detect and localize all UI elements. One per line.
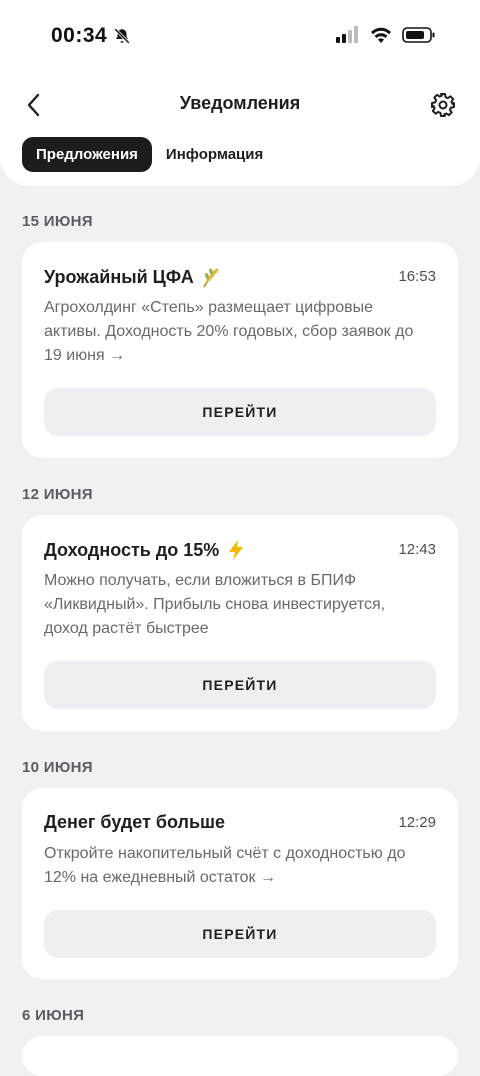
battery-icon xyxy=(402,27,435,43)
date-header: 10 ИЮНЯ xyxy=(22,759,93,776)
signal-icon xyxy=(336,26,358,43)
card-time: 12:29 xyxy=(398,814,436,831)
card-title: Урожайный ЦФА xyxy=(44,266,222,288)
card-title: Доходность до 15% xyxy=(44,539,247,561)
nav-bar: Уведомления xyxy=(0,88,480,122)
lightning-icon xyxy=(229,540,244,560)
date-header: 12 ИЮНЯ xyxy=(22,486,93,503)
header: 00:34 Уведомления Предложения Информация xyxy=(0,0,480,186)
notification-card[interactable]: Доходность до 15% 12:43 Можно получать, … xyxy=(22,515,458,731)
status-bar-time: 00:34 xyxy=(51,24,131,48)
tab-offers[interactable]: Предложения xyxy=(22,137,152,172)
card-text: Агрохолдинг «Степь» размещает цифровые а… xyxy=(44,299,414,364)
go-button[interactable]: ПЕРЕЙТИ xyxy=(44,661,436,709)
notification-card[interactable]: Денег будет больше 12:29 Откройте накопи… xyxy=(22,788,458,979)
card-text: Можно получать, если вложиться в БПИФ «Л… xyxy=(44,572,386,637)
card-text: Откройте накопительный счёт с доходность… xyxy=(44,845,406,886)
go-button[interactable]: ПЕРЕЙТИ xyxy=(44,910,436,958)
date-header: 6 ИЮНЯ xyxy=(22,1007,85,1024)
go-button[interactable]: ПЕРЕЙТИ xyxy=(44,388,436,436)
page-title: Уведомления xyxy=(179,93,301,113)
card-title: Денег будет больше xyxy=(44,812,226,832)
tab-bar: Предложения Информация xyxy=(22,137,277,172)
bell-slash-icon xyxy=(114,28,131,44)
date-header: 15 ИЮНЯ xyxy=(22,213,93,230)
wheat-icon xyxy=(203,268,219,288)
card-time: 16:53 xyxy=(398,268,436,285)
card-time: 12:43 xyxy=(398,541,436,558)
status-bar-icons xyxy=(336,26,436,44)
notification-card[interactable] xyxy=(22,1036,458,1076)
gear-icon[interactable] xyxy=(430,92,456,118)
tab-information[interactable]: Информация xyxy=(158,137,277,172)
wifi-icon xyxy=(371,27,391,43)
notification-card[interactable]: Урожайный ЦФА 16:53 Агрохолдинг «Степь» … xyxy=(22,242,458,458)
